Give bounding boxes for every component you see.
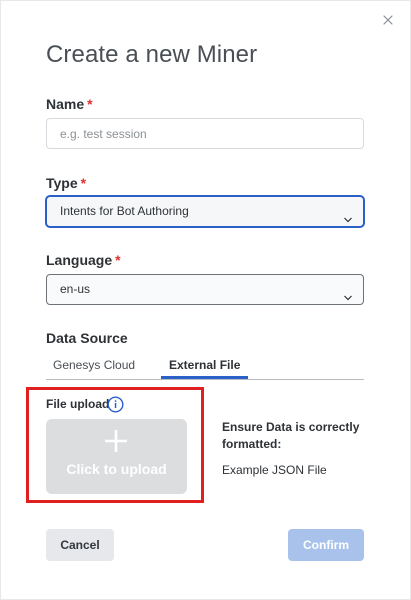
required-mark: * [87,96,93,112]
type-select[interactable]: Intents for Bot Authoring [46,196,364,227]
language-select[interactable]: en-us [46,274,364,305]
tab-genesys-cloud[interactable]: Genesys Cloud [53,355,135,379]
language-label: Language * [46,252,121,268]
name-label-text: Name [46,96,85,112]
format-hint: Ensure Data is correctly formatted: [222,420,360,451]
chevron-down-icon [343,207,353,223]
tab-external-file[interactable]: External File [161,355,249,379]
create-miner-dialog: Create a new Miner Name* Type* Intents f… [0,0,411,600]
required-mark: * [115,252,121,268]
required-mark: * [80,175,87,191]
language-label-text: Language [46,252,113,268]
type-label: Type * [46,175,86,191]
example-json-link[interactable]: Example JSON File [222,463,327,477]
plus-icon [104,429,128,453]
data-source-tabs: Genesys Cloud External File [46,355,364,380]
chevron-down-icon [343,285,353,301]
file-upload-label: File upload [46,397,110,411]
type-select-value: Intents for Bot Authoring [60,204,189,218]
cancel-button[interactable]: Cancel [46,529,114,561]
upload-dropzone[interactable]: Click to upload [46,419,187,494]
name-input[interactable] [46,118,364,149]
language-select-value: en-us [60,282,91,296]
confirm-button[interactable]: Confirm [288,529,364,561]
info-circle-icon[interactable] [107,396,124,413]
name-label: Name * [46,96,93,112]
close-icon[interactable] [383,15,397,29]
upload-button-text: Click to upload [66,461,167,477]
dialog-title: Create a new Miner [46,41,258,68]
data-source-label: Data Source [46,330,128,346]
type-label-text: Type [46,175,78,191]
